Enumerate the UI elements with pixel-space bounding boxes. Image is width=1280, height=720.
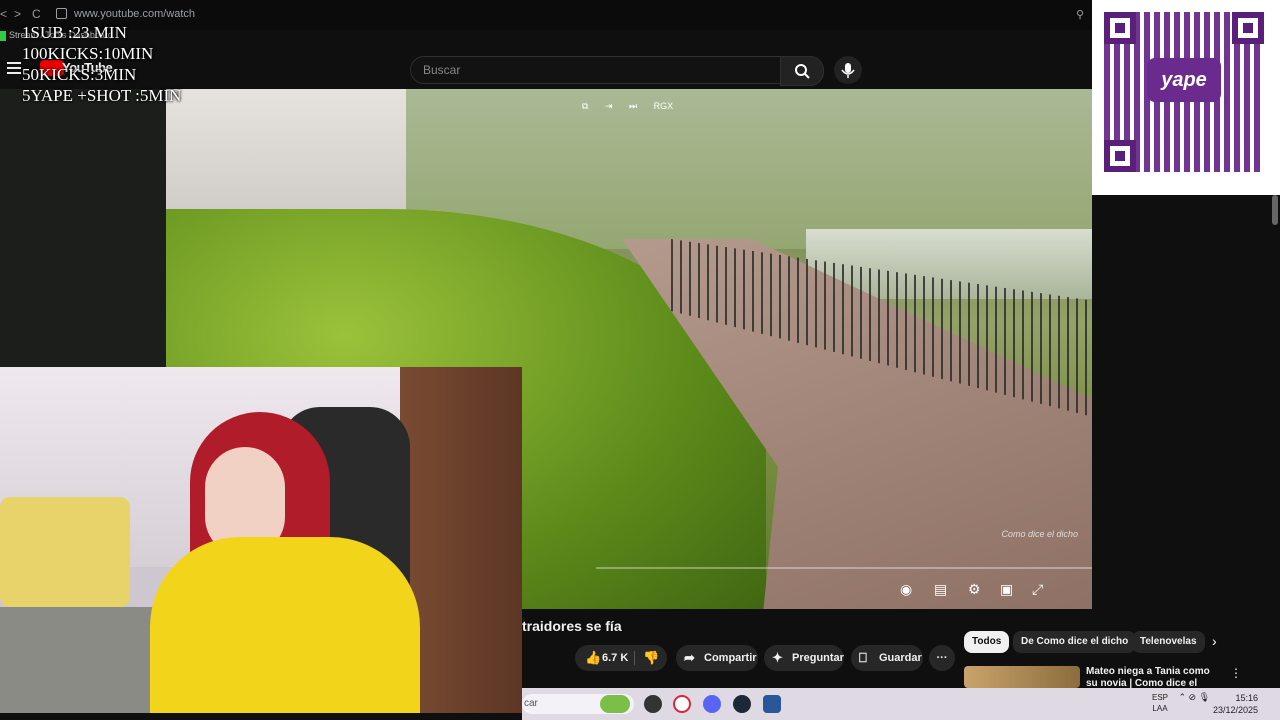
- kebab-menu-icon[interactable]: ⋮: [1230, 666, 1242, 680]
- settings-gear-icon[interactable]: ⚙: [968, 581, 981, 598]
- lock-icon: [56, 8, 67, 19]
- subtitles-icon[interactable]: ▤: [934, 581, 947, 598]
- search-icon: [795, 64, 810, 79]
- share-icon: ➦: [684, 650, 695, 665]
- system-tray-icons[interactable]: ⌃ ⊘ 🎙: [1178, 692, 1210, 703]
- goal-line: 100KICKS:10MIN: [22, 44, 154, 63]
- share-label: Compartir: [704, 652, 757, 664]
- extension-label[interactable]: RGX: [654, 101, 674, 111]
- bookmark-save-icon: ⎕: [859, 650, 867, 665]
- skip-icon[interactable]: ⇥: [605, 101, 613, 111]
- bookmark-icon[interactable]: ⚲: [1076, 8, 1084, 21]
- chip-channel[interactable]: De Como dice el dicho: [1013, 631, 1137, 653]
- page-background-left: [0, 89, 168, 367]
- lang-top: ESP: [1151, 693, 1168, 702]
- divider: [634, 651, 635, 665]
- chip-all[interactable]: Todos: [964, 631, 1010, 653]
- video-scene-building: [166, 89, 406, 219]
- like-dislike-group: 👍 6.7 K 👎: [575, 645, 667, 671]
- lang-bottom: LAA: [1152, 704, 1168, 713]
- stream-goals-overlay: 1SUB :23 MIN 100KICKS:10MIN 50KICKS:3MIN 5Y…: [22, 22, 181, 106]
- search-placeholder: Buscar: [423, 63, 461, 77]
- goal-line: 50KICKS:3MIN: [22, 65, 137, 84]
- next-icon[interactable]: ⏭: [629, 101, 637, 111]
- video-title: traidores se fía: [522, 618, 622, 634]
- discord-icon[interactable]: [703, 695, 721, 713]
- system-clock[interactable]: 15:16 23/12/2025: [1213, 692, 1258, 716]
- save-label: Guardar: [879, 652, 922, 664]
- opera-icon[interactable]: [673, 695, 691, 713]
- menu-icon[interactable]: [7, 62, 21, 74]
- qr-finder-icon: [1104, 140, 1136, 172]
- search-button[interactable]: [780, 56, 824, 86]
- search-input[interactable]: Buscar: [410, 56, 782, 84]
- fullscreen-icon[interactable]: ⤢: [1032, 581, 1043, 598]
- forward-icon[interactable]: >: [14, 7, 21, 21]
- recommendation-title[interactable]: Mateo niega a Tania como su novia | Como…: [1086, 666, 1220, 688]
- like-count[interactable]: 6.7 K: [602, 645, 628, 671]
- chevron-right-icon[interactable]: ›: [1212, 633, 1217, 649]
- goal-line: 1SUB :23 MIN: [22, 23, 127, 42]
- right-sidebar: yape: [1092, 0, 1280, 688]
- clock-date: 23/12/2025: [1212, 705, 1258, 715]
- webcam-overlay: [0, 367, 522, 713]
- player-top-icons: ⧉ ⇥ ⏭ RGX: [582, 101, 687, 112]
- recording-indicator-icon: [0, 30, 6, 41]
- voice-search-button[interactable]: [834, 56, 862, 84]
- qr-finder-icon: [1232, 12, 1264, 44]
- app-icon[interactable]: [644, 695, 662, 713]
- scrollbar[interactable]: [1272, 195, 1278, 225]
- webcam-person-shirt: [150, 537, 420, 713]
- back-icon[interactable]: <: [0, 7, 7, 21]
- player-controls: ◉ ▤ ⚙ ▣ ⤢: [892, 579, 1092, 603]
- language-indicator[interactable]: ESP LAA: [1152, 692, 1168, 714]
- chip-telenovelas[interactable]: Telenovelas: [1132, 631, 1205, 653]
- theater-mode-icon[interactable]: ▣: [1000, 581, 1013, 598]
- sparkle-icon: ✦: [772, 650, 783, 665]
- ask-button[interactable]: ✦ Preguntar: [764, 645, 844, 671]
- webcam-bed: [0, 497, 130, 607]
- steam-icon[interactable]: [733, 695, 751, 713]
- autoplay-toggle-icon[interactable]: ◉: [900, 581, 912, 598]
- microphone-icon: [841, 63, 855, 78]
- goal-line: 5YAPE +SHOT :5MIN: [22, 86, 182, 105]
- widget-icon[interactable]: [600, 695, 630, 713]
- taskbar: car ⌃ ⊘ 🎙 ESP LAA 15:16 23/12/2025: [522, 688, 1280, 720]
- recommendation-thumbnail[interactable]: [964, 666, 1080, 688]
- reload-icon[interactable]: C: [32, 7, 41, 21]
- yape-logo: yape: [1147, 58, 1221, 102]
- save-button[interactable]: ⎕ Guardar: [851, 645, 923, 671]
- more-actions-button[interactable]: ···: [929, 645, 955, 671]
- video-watermark: Como dice el dicho: [1001, 529, 1078, 539]
- clock-time: 15:16: [1235, 693, 1258, 703]
- progress-bar[interactable]: [596, 567, 1092, 569]
- ask-label: Preguntar: [792, 652, 844, 664]
- popout-icon[interactable]: ⧉: [582, 101, 588, 111]
- like-icon[interactable]: 👍: [585, 645, 601, 671]
- yape-qr-code: yape: [1092, 0, 1280, 195]
- share-button[interactable]: ➦ Compartir: [676, 645, 758, 671]
- webcam-floor: [0, 607, 160, 713]
- address-bar[interactable]: www.youtube.com/watch: [74, 8, 195, 20]
- qr-finder-icon: [1104, 12, 1136, 44]
- word-icon[interactable]: [763, 695, 781, 713]
- dislike-icon[interactable]: 👎: [643, 645, 659, 671]
